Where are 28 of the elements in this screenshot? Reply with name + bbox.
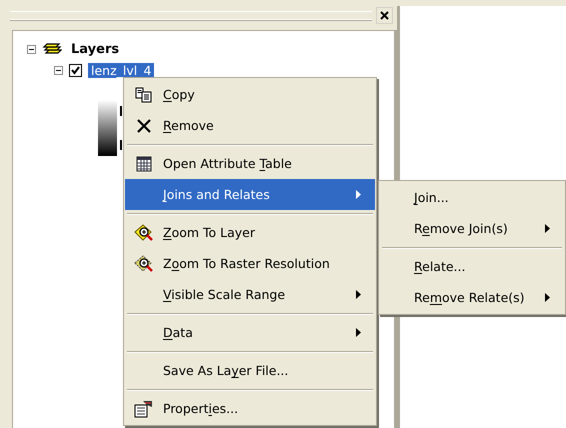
delete-x-icon (136, 118, 152, 134)
zoom-magnifier-icon (134, 224, 154, 242)
menu-item[interactable]: Join... (380, 182, 564, 213)
menu-item[interactable]: Properties... (125, 393, 375, 424)
menu-item[interactable]: Remove Join(s) (380, 213, 564, 244)
close-icon[interactable] (376, 6, 393, 24)
legend-ramp-drawing (98, 100, 117, 156)
menu-item[interactable]: Zoom To Raster Resolution (125, 248, 375, 279)
menu-item[interactable]: Joins and Relates (125, 179, 375, 210)
menu-item[interactable]: Save As Layer File... (125, 355, 375, 386)
properties-icon (134, 400, 154, 418)
menu-item[interactable]: Open Attribute Table (125, 148, 375, 179)
menu-item[interactable]: Relate... (380, 251, 564, 282)
menu-item[interactable]: Visible Scale Range (125, 279, 375, 310)
copy-icon (135, 86, 153, 102)
menu-item[interactable]: Data (125, 317, 375, 348)
tree-label[interactable]: Layers (68, 42, 122, 57)
table-icon (136, 156, 152, 172)
layer-checkbox[interactable] (69, 64, 82, 77)
menu-item[interactable]: Remove (125, 110, 375, 141)
menu-item[interactable]: Copy (125, 79, 375, 110)
menu-item[interactable]: Remove Relate(s) (380, 282, 564, 313)
collapse-icon[interactable] (54, 66, 63, 75)
menu-item[interactable]: Zoom To Layer (125, 217, 375, 248)
tree-label[interactable]: lenz_lvl_4 (88, 63, 154, 78)
panel-grip[interactable] (10, 11, 372, 21)
collapse-icon[interactable] (27, 45, 36, 54)
zoom-magnifier-icon (134, 254, 154, 272)
